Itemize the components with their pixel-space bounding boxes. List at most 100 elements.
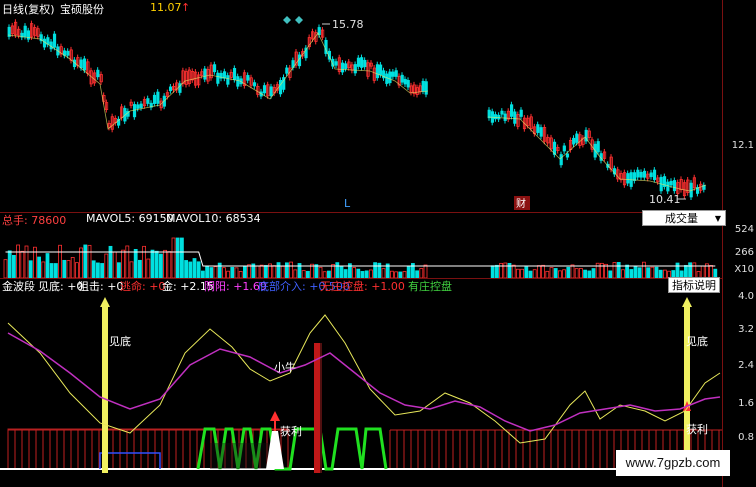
volume-bar — [608, 270, 613, 278]
volume-bar — [45, 253, 50, 278]
candle-body — [146, 98, 150, 104]
volume-bar — [7, 250, 12, 278]
volume-bar — [415, 270, 420, 278]
volume-bar — [188, 261, 193, 278]
price-ma-line — [7, 32, 707, 192]
volume-bar — [217, 262, 222, 278]
candle-body — [565, 153, 570, 158]
volume-bar — [66, 260, 71, 278]
yellow-spike-left — [102, 307, 108, 473]
candle-body — [66, 50, 70, 56]
volume-bar — [3, 259, 8, 278]
volume-bar — [213, 266, 218, 278]
volume-chart[interactable] — [0, 226, 722, 278]
candle-body — [152, 94, 157, 104]
volume-bar — [247, 264, 252, 278]
right-axis: 12.1 524 266 X10 4.0 3.2 2.4 1.6 0.8 — [722, 0, 756, 487]
volume-bar — [629, 269, 634, 278]
candle-body — [513, 111, 517, 124]
volume-bar — [537, 265, 541, 278]
vol-tick-1: 524 — [734, 224, 754, 235]
stock-name: 宝硕股份 — [60, 3, 104, 16]
candle-body — [632, 172, 637, 181]
indicator-chart[interactable]: 见底 见底 小牛 获利 获利 — [0, 293, 722, 487]
volume-bar — [284, 262, 289, 278]
indicator-select-dropdown[interactable]: 成交量 ▼ — [642, 210, 726, 226]
indicator-item: 有庄控盘 — [408, 280, 452, 293]
volume-bar — [364, 270, 369, 278]
volume-bar — [54, 263, 58, 278]
volume-bar — [373, 262, 378, 278]
volume-bar — [289, 261, 294, 278]
jiandi-label-right: 见底 — [686, 334, 708, 348]
volume-bar — [516, 268, 520, 278]
volume-bar — [528, 270, 533, 278]
volume-bar — [58, 244, 62, 278]
volume-bar — [621, 269, 625, 278]
candle-body — [562, 145, 566, 152]
volume-bar — [352, 267, 357, 278]
volume-bar — [196, 261, 201, 278]
candle-body — [334, 61, 338, 66]
ind-tick-5: 0.8 — [738, 432, 754, 443]
volume-bar — [83, 244, 88, 278]
volume-bar — [549, 267, 554, 278]
candle-body — [52, 33, 57, 48]
candle-body — [394, 70, 398, 77]
candle-body — [360, 57, 364, 68]
volume-bar — [171, 237, 176, 278]
volume-bar — [591, 268, 596, 278]
candle-body — [222, 71, 227, 79]
indicator-header: 金波段 见底: +0 狙击: +0 逃命: +0 金: +2.15 阴阳: +1.69 底… — [0, 278, 680, 293]
volume-bar — [70, 257, 75, 278]
volume-bar — [150, 249, 155, 278]
volume-bar — [117, 262, 121, 278]
volume-bar — [192, 258, 197, 278]
period-label[interactable]: 日线(复权) — [2, 1, 55, 17]
candle-body — [226, 75, 230, 85]
candle-body — [500, 110, 504, 115]
candle-body — [626, 173, 630, 184]
volume-bar — [368, 269, 373, 278]
volume-bar — [675, 262, 680, 278]
volume-bar — [574, 268, 579, 278]
volume-bar — [104, 253, 109, 278]
volume-bar — [87, 244, 92, 278]
candle-body — [424, 81, 428, 95]
candle-body — [82, 58, 87, 71]
high-label: 15.78 — [332, 18, 364, 31]
volume-bar — [163, 249, 168, 278]
volume-bar — [331, 264, 336, 278]
candle-body — [385, 73, 389, 84]
xiaoniu-label: 小牛 — [274, 360, 296, 374]
indicator-help-button[interactable]: 指标说明 — [668, 277, 720, 293]
volume-bar — [419, 268, 424, 278]
candle-body — [232, 68, 237, 80]
volume-bar — [158, 253, 163, 278]
volume-bar — [642, 261, 646, 278]
candle-body — [497, 114, 501, 120]
volume-bar — [511, 264, 516, 278]
volume-bar — [259, 264, 264, 278]
volume-bar — [579, 268, 583, 278]
title-bar: 日线(复权) 宝硕股份 11.07 ↑ — [0, 0, 756, 16]
volume-bar — [167, 251, 172, 278]
volume-bar — [263, 265, 268, 278]
candle-body — [559, 154, 563, 166]
volume-bar — [230, 266, 235, 278]
candle-body — [363, 59, 367, 68]
volume-bar — [654, 266, 659, 278]
candle-body — [403, 78, 407, 85]
volume-bar — [343, 269, 348, 278]
volume-bar — [595, 262, 600, 278]
marker-l: L — [344, 197, 351, 210]
candle-body — [642, 170, 647, 178]
chevron-down-icon: ▼ — [714, 214, 721, 223]
volume-bar — [326, 270, 331, 278]
volume-bar — [520, 268, 524, 278]
volume-bar — [406, 265, 411, 278]
volume-bar — [37, 256, 41, 278]
volume-bar — [184, 260, 189, 278]
volume-bar — [545, 270, 550, 278]
candlestick-chart[interactable]: 15.78 10.41 L 财 — [0, 16, 722, 212]
